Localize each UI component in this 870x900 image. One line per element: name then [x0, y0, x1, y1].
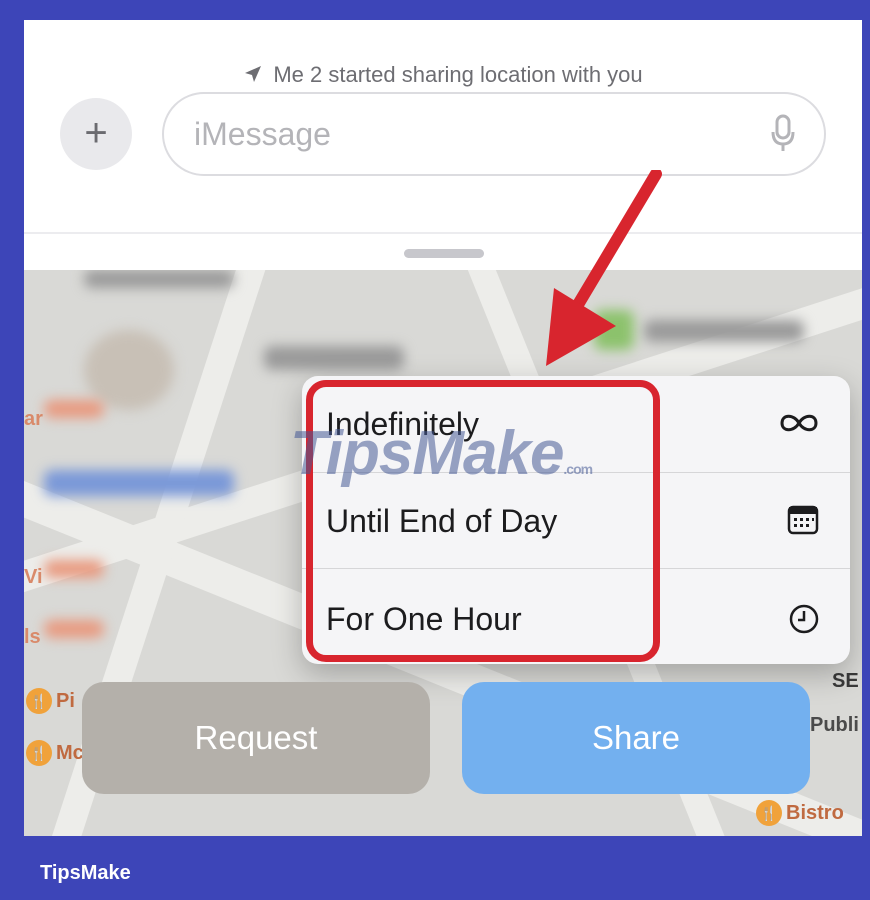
map-label-bistro: Bistro	[786, 802, 844, 824]
map-label-se: SE	[832, 670, 859, 692]
map-label-ls: ls	[24, 626, 41, 648]
pointer-arrow-icon	[524, 168, 674, 385]
map-label-mc: Mc	[56, 742, 84, 764]
footer-brand: TipsMake	[40, 862, 131, 884]
calendar-icon	[786, 503, 820, 542]
map-label-blur	[264, 346, 404, 370]
watermark-suffix: .com	[563, 461, 593, 477]
map-label-pi: Pi	[56, 690, 75, 712]
message-input[interactable]: iMessage	[162, 92, 826, 176]
sheet-grabber[interactable]	[404, 249, 484, 258]
map-label-blur	[84, 270, 234, 288]
request-button[interactable]: Request	[82, 682, 430, 794]
separator	[24, 232, 862, 234]
map-label-ar: ar	[24, 408, 43, 430]
add-attachment-button[interactable]: +	[60, 98, 132, 170]
restaurant-icon: 🍴	[26, 740, 52, 766]
location-arrow-icon	[243, 64, 263, 90]
map-label-vi: Vi	[24, 566, 43, 588]
map-label-blur	[44, 620, 104, 638]
message-input-placeholder: iMessage	[194, 116, 331, 152]
microphone-icon[interactable]	[770, 114, 796, 159]
notice-text: Me 2 started sharing location with you	[273, 62, 643, 87]
map-label-blur	[44, 400, 104, 418]
map-label-blur	[44, 560, 104, 578]
plus-icon: +	[84, 111, 108, 155]
screenshot-frame: Me 2 started sharing location with you +…	[24, 20, 862, 836]
clock-icon	[788, 603, 820, 640]
restaurant-icon: 🍴	[756, 800, 782, 826]
watermark-text: TipsMake	[290, 419, 564, 488]
infinity-icon	[778, 410, 820, 441]
map-label-blur	[44, 470, 234, 496]
location-share-notice: Me 2 started sharing location with you	[24, 62, 862, 90]
map-label-publi: Publi	[810, 714, 859, 736]
restaurant-icon: 🍴	[26, 688, 52, 714]
map-area	[84, 330, 174, 410]
share-button[interactable]: Share	[462, 682, 810, 794]
watermark: TipsMake.com	[290, 418, 593, 489]
